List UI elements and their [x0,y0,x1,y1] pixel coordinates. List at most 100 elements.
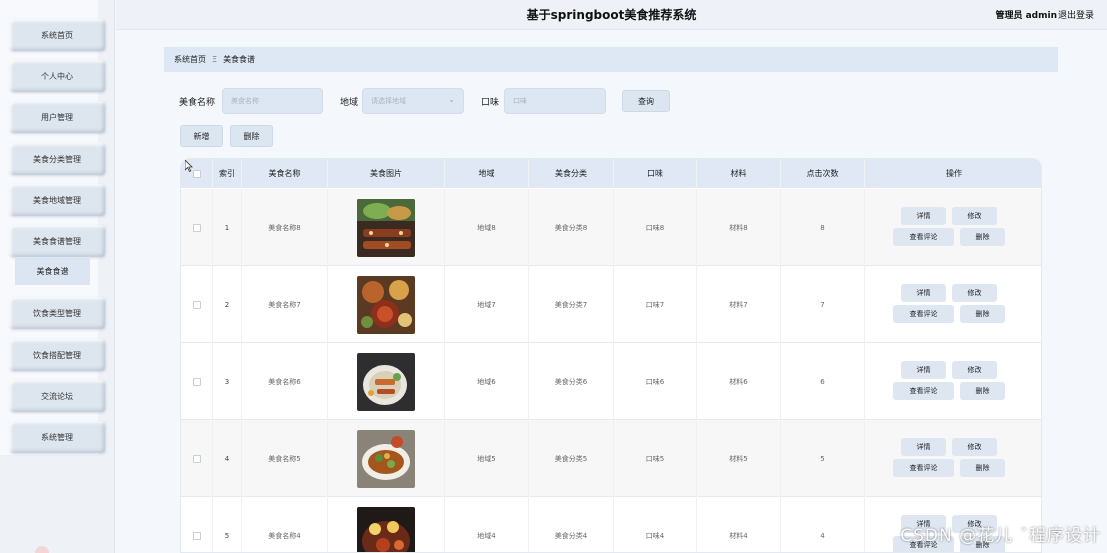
query-button[interactable]: 查询 [622,90,670,112]
batch-delete-button[interactable]: 删除 [230,125,273,147]
row-checkbox[interactable] [192,377,201,386]
cell-image [328,189,445,266]
row-select-cell [181,266,213,343]
sidebar-item-home[interactable]: 系统首页 [9,19,105,51]
edit-button[interactable]: 修改 [952,207,997,225]
add-button[interactable]: 新增 [180,125,223,147]
cell-category: 美食分类6 [529,343,614,420]
chevron-down-icon: ⌄ [448,95,455,104]
current-user: 管理员 admin [995,11,1057,21]
delete-button[interactable]: 删除 [960,228,1005,246]
sidebar-item-food-region[interactable]: 美食地域管理 [9,184,105,216]
row-checkbox[interactable] [192,454,201,463]
sidebar: 系统首页 个人中心 用户管理 美食分类管理 美食地域管理 美食食谱管理 美食食谱… [0,0,115,553]
cell-name: 美食名称8 [242,189,328,266]
cell-actions: 详情 修改 查看评论 删除 [865,266,1041,343]
view-comments-button[interactable]: 查看评论 [893,305,954,323]
delete-button[interactable]: 删除 [960,459,1005,477]
food-image [357,506,415,552]
logout-link[interactable]: 退出登录 [1058,8,1094,21]
sidebar-item-profile[interactable]: 个人中心 [9,60,105,92]
edit-button[interactable]: 修改 [952,438,997,456]
detail-button[interactable]: 详情 [901,207,946,225]
breadcrumb: 系统首页 Ξ 美食食谱 [164,47,1058,72]
edit-button[interactable]: 修改 [952,284,997,302]
cell-category: 美食分类8 [529,189,614,266]
row-checkbox[interactable] [192,531,201,540]
view-comments-button[interactable]: 查看评论 [893,228,954,246]
taste-label: 口味 [481,98,500,108]
taste-input[interactable]: 口味 [504,88,606,114]
cell-index: 4 [213,420,242,497]
cell-image [328,343,445,420]
cell-region: 地域4 [445,497,529,552]
sidebar-item-recipes[interactable]: 美食食谱管理 [9,225,105,257]
watermark: CSDN @花儿 ˇ程序设计 [900,526,1101,546]
row-select-cell [181,497,213,552]
detail-button[interactable]: 详情 [901,438,946,456]
cell-clicks: 4 [781,497,865,552]
cell-index: 1 [213,189,242,266]
row-checkbox[interactable] [192,300,201,309]
col-material: 材料 [697,159,781,188]
region-label: 地域 [340,98,359,108]
col-image: 美食图片 [328,159,445,188]
sidebar-item-users[interactable]: 用户管理 [9,101,105,133]
breadcrumb-current: 美食食谱 [223,55,256,64]
cell-name: 美食名称6 [242,343,328,420]
col-actions: 操作 [946,169,962,178]
row-select-cell [181,189,213,266]
region-select-placeholder: 请选择地域 [371,97,406,105]
food-image [357,275,415,334]
table-row: 3 美食名称6 地域6 美食分类6 口味6 材料6 6 详情 修改 查看评论 删… [181,343,1041,420]
cell-name: 美食名称4 [242,497,328,552]
cell-material: 材料6 [697,343,781,420]
app-title: 基于springboot美食推荐系统 [526,8,697,22]
row-checkbox[interactable] [192,223,201,232]
sidebar-item-system[interactable]: 系统管理 [9,421,105,453]
cell-material: 材料7 [697,266,781,343]
sidebar-item-food-category[interactable]: 美食分类管理 [9,143,105,175]
col-region: 地域 [445,159,529,188]
breadcrumb-home[interactable]: 系统首页 [174,54,206,65]
top-header: 基于springboot美食推荐系统 管理员 admin 退出登录 [116,0,1107,30]
cell-category: 美食分类5 [529,420,614,497]
mouse-cursor-icon [185,160,193,172]
cell-actions: 详情 修改 查看评论 删除 [865,343,1041,420]
select-all-checkbox[interactable] [192,169,201,178]
table-row: 1 美食名称8 地域8 美食分类8 口味8 材料8 8 详情 修改 查看评论 删… [181,189,1041,266]
col-category: 美食分类 [529,159,614,188]
cell-clicks: 8 [781,189,865,266]
cell-name: 美食名称5 [242,420,328,497]
cell-image [328,266,445,343]
food-image [357,429,415,488]
view-comments-button[interactable]: 查看评论 [893,459,954,477]
sidebar-subitem-recipes[interactable]: 美食食谱 [15,257,90,285]
delete-button[interactable]: 删除 [960,382,1005,400]
sidebar-item-diet-pairing[interactable]: 饮食搭配管理 [9,339,105,371]
cell-actions: 详情 修改 查看评论 删除 [865,189,1041,266]
food-image [357,352,415,411]
table-row: 2 美食名称7 地域7 美食分类7 口味7 材料7 7 详情 修改 查看评论 删… [181,266,1041,343]
detail-button[interactable]: 详情 [901,284,946,302]
cell-name: 美食名称7 [242,266,328,343]
delete-button[interactable]: 删除 [960,305,1005,323]
col-clicks: 点击次数 [781,159,865,188]
cell-category: 美食分类4 [529,497,614,552]
region-select[interactable]: 请选择地域 ⌄ [362,88,464,114]
cell-image [328,497,445,552]
sidebar-item-diet-type[interactable]: 饮食类型管理 [9,297,105,329]
row-select-cell [181,420,213,497]
sidebar-item-forum[interactable]: 交流论坛 [9,380,105,412]
view-comments-button[interactable]: 查看评论 [893,382,954,400]
table-row: 4 美食名称5 地域5 美食分类5 口味5 材料5 5 详情 修改 查看评论 删… [181,420,1041,497]
cell-region: 地域5 [445,420,529,497]
cell-region: 地域6 [445,343,529,420]
cell-index: 5 [213,497,242,552]
breadcrumb-separator-icon: Ξ [212,55,218,64]
cell-material: 材料8 [697,189,781,266]
col-name: 美食名称 [242,159,328,188]
edit-button[interactable]: 修改 [952,361,997,379]
food-name-input[interactable]: 美食名称 [222,88,323,114]
detail-button[interactable]: 详情 [901,361,946,379]
